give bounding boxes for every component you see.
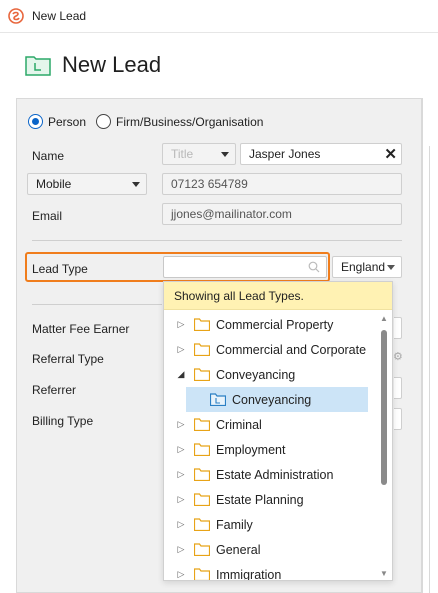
tree-item-conveyancing-group[interactable]: ◢ Conveyancing <box>164 362 379 387</box>
tree-item-criminal[interactable]: ▷ Criminal <box>164 412 379 437</box>
expand-arrow-icon[interactable]: ▷ <box>176 444 186 455</box>
referrer-field-edge[interactable] <box>394 377 402 399</box>
folder-icon <box>194 468 210 481</box>
app-logo-icon <box>8 8 24 24</box>
matter-fee-earner-label: Matter Fee Earner <box>32 322 130 336</box>
region-value: England <box>341 260 386 274</box>
folder-icon <box>194 318 210 331</box>
tree-item-conveyancing[interactable]: Conveyancing <box>186 387 368 412</box>
tree-item-immigration[interactable]: ▷ Immigration <box>164 562 379 580</box>
folder-icon <box>194 568 210 580</box>
lead-type-search-input[interactable] <box>163 256 327 278</box>
folder-icon <box>194 543 210 556</box>
folder-icon <box>194 368 210 381</box>
tree-item-commercial-property[interactable]: ▷ Commercial Property <box>164 312 379 337</box>
folder-icon <box>194 343 210 356</box>
email-input[interactable]: jjones@mailinator.com <box>162 203 402 225</box>
phone-type-value: Mobile <box>36 177 72 191</box>
lead-type-label: Lead Type <box>32 262 88 276</box>
scroll-down-icon[interactable]: ▼ <box>380 569 388 578</box>
tree-item-label: Family <box>216 517 253 532</box>
gear-icon[interactable]: ⚙ <box>393 350 403 363</box>
chevron-down-icon <box>221 152 229 157</box>
tree-item-employment[interactable]: ▷ Employment <box>164 437 379 462</box>
tree-item-label: General <box>216 542 261 557</box>
tree-item-label: Estate Planning <box>216 492 304 507</box>
name-input[interactable]: Jasper Jones ✕ <box>240 143 402 165</box>
expand-arrow-icon[interactable]: ▷ <box>176 519 186 530</box>
tree-item-estate-administration[interactable]: ▷ Estate Administration <box>164 462 379 487</box>
section-divider <box>32 304 162 305</box>
tree-item-label: Estate Administration <box>216 467 334 482</box>
lead-type-info: Showing all Lead Types. <box>164 282 392 310</box>
tree-item-label: Commercial and Corporate <box>216 342 367 357</box>
tree-item-label: Immigration <box>216 567 282 581</box>
referrer-label: Referrer <box>32 383 77 397</box>
window-title: New Lead <box>32 9 87 23</box>
person-radio-label[interactable]: Person <box>48 115 86 129</box>
search-icon <box>308 261 320 273</box>
billing-type-field-edge[interactable] <box>394 408 402 430</box>
email-value: jjones@mailinator.com <box>171 207 292 221</box>
tree-item-label: Commercial Property <box>216 317 334 332</box>
name-value: Jasper Jones <box>249 147 321 161</box>
title-select[interactable]: Title <box>162 143 236 165</box>
phone-type-select[interactable]: Mobile <box>27 173 147 195</box>
firm-radio-label[interactable]: Firm/Business/Organisation <box>116 115 263 129</box>
expand-arrow-icon[interactable]: ▷ <box>176 319 186 330</box>
expand-arrow-icon[interactable]: ▷ <box>176 344 186 355</box>
folder-icon <box>194 493 210 506</box>
region-select[interactable]: England <box>332 256 402 278</box>
page-header: New Lead <box>0 32 438 96</box>
tree-item-label: Conveyancing <box>216 367 296 382</box>
tree-item-label: Criminal <box>216 417 262 432</box>
folder-icon <box>194 443 210 456</box>
lead-type-dropdown: Showing all Lead Types. ▷ Commercial Pro… <box>163 281 393 581</box>
phone-value: 07123 654789 <box>171 177 248 191</box>
contact-type-group: Person Firm/Business/Organisation <box>28 114 273 129</box>
referral-type-label: Referral Type <box>32 352 104 366</box>
chevron-down-icon <box>387 265 395 270</box>
section-divider <box>32 240 402 241</box>
clear-icon[interactable]: ✕ <box>384 145 397 163</box>
expand-arrow-icon[interactable]: ▷ <box>176 569 186 580</box>
tree-item-general[interactable]: ▷ General <box>164 537 379 562</box>
folder-icon <box>194 418 210 431</box>
title-placeholder: Title <box>171 147 194 161</box>
tree-item-label: Conveyancing <box>232 392 312 407</box>
right-panel-edge <box>422 98 438 593</box>
collapse-arrow-icon[interactable]: ◢ <box>176 369 186 380</box>
lead-folder-icon <box>25 55 51 76</box>
person-radio[interactable] <box>28 114 43 129</box>
lead-type-tree: ▷ Commercial Property ▷ Commercial and C… <box>164 312 379 580</box>
expand-arrow-icon[interactable]: ▷ <box>176 494 186 505</box>
tree-item-label: Employment <box>216 442 286 457</box>
page-title: New Lead <box>62 51 162 77</box>
email-label: Email <box>32 209 63 223</box>
matter-fee-earner-field-edge[interactable] <box>394 317 402 339</box>
title-bar: New Lead <box>0 0 438 32</box>
left-margin <box>0 98 16 593</box>
folder-icon <box>194 518 210 531</box>
tree-item-estate-planning[interactable]: ▷ Estate Planning <box>164 487 379 512</box>
firm-radio[interactable] <box>96 114 112 129</box>
scroll-up-icon[interactable]: ▲ <box>380 314 388 323</box>
tree-scrollbar[interactable]: ▲ ▼ <box>378 312 390 580</box>
expand-arrow-icon[interactable]: ▷ <box>176 544 186 555</box>
expand-arrow-icon[interactable]: ▷ <box>176 419 186 430</box>
expand-arrow-icon[interactable]: ▷ <box>176 469 186 480</box>
lead-type-icon <box>210 393 226 406</box>
tree-item-family[interactable]: ▷ Family <box>164 512 379 537</box>
scroll-thumb[interactable] <box>381 330 387 485</box>
phone-input[interactable]: 07123 654789 <box>162 173 402 195</box>
tree-item-commercial-corporate[interactable]: ▷ Commercial and Corporate <box>164 337 379 362</box>
name-label: Name <box>32 149 65 163</box>
chevron-down-icon <box>132 182 140 187</box>
billing-type-label: Billing Type <box>32 414 94 428</box>
